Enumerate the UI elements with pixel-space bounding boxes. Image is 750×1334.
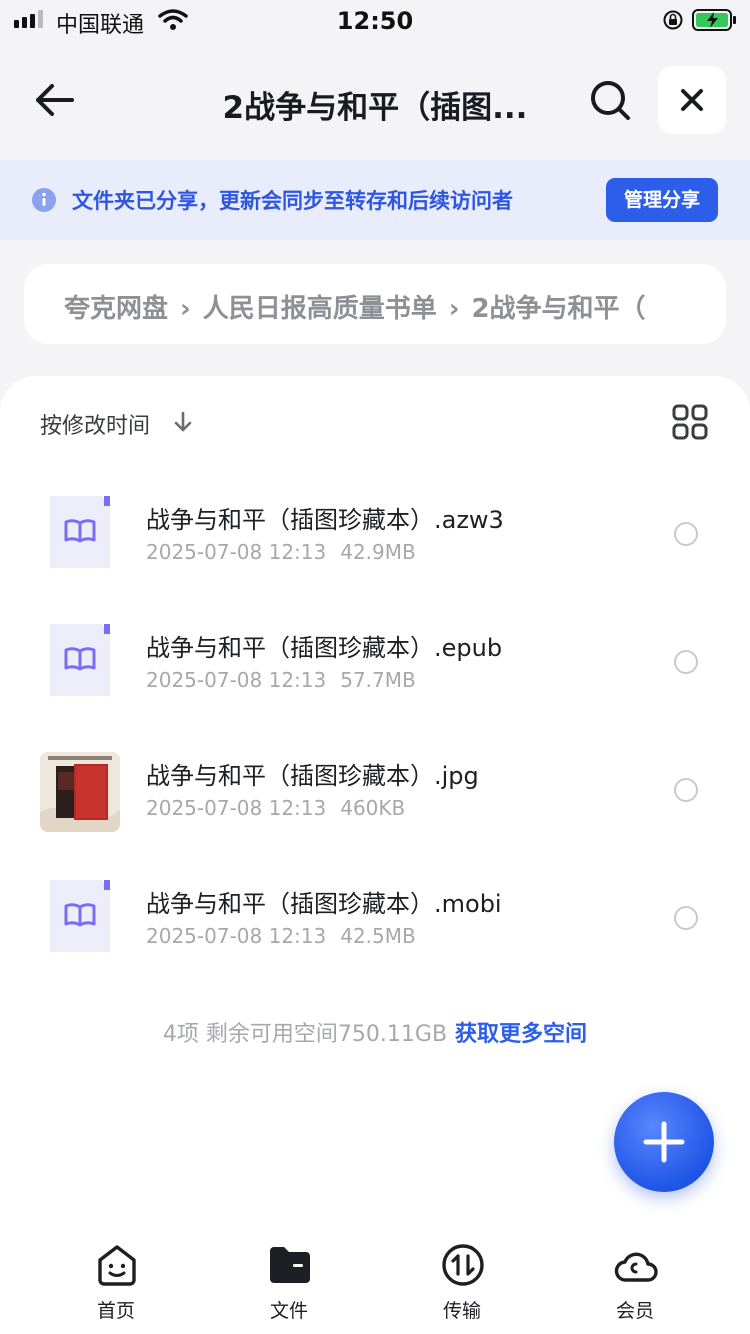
tab-home[interactable]: 首页 — [56, 1242, 176, 1332]
file-date: 2025-07-08 12:13 — [146, 540, 327, 564]
info-icon — [32, 188, 56, 212]
breadcrumb: 夸克网盘 › 人民日报高质量书单 › 2战争与和平（ — [24, 264, 726, 344]
plus-icon — [643, 1121, 685, 1163]
manage-share-button[interactable]: 管理分享 — [606, 178, 718, 222]
sort-button[interactable]: 按修改时间 — [40, 408, 150, 440]
tab-membership[interactable]: 会员 — [575, 1242, 695, 1332]
file-size: 42.9MB — [340, 540, 416, 564]
file-size: 460KB — [340, 796, 406, 820]
grid-view-icon[interactable] — [670, 402, 710, 442]
breadcrumb-item-root[interactable]: 夸克网盘 — [64, 294, 168, 324]
home-face-icon — [98, 1245, 136, 1286]
close-button[interactable] — [658, 66, 726, 134]
page-title: 2战争与和平（插图... — [222, 90, 528, 126]
battery-icon — [692, 9, 736, 31]
file-meta: 2025-07-08 12:13 460KB — [146, 796, 405, 820]
chevron-right-icon: › — [448, 294, 460, 324]
header: 2战争与和平（插图... — [0, 42, 750, 160]
select-checkbox[interactable] — [674, 522, 698, 546]
image-thumbnail — [40, 752, 120, 832]
tab-label: 会员 — [615, 1300, 654, 1322]
tab-label: 文件 — [269, 1300, 308, 1322]
file-date: 2025-07-08 12:13 — [146, 924, 327, 948]
file-row[interactable]: 战争与和平（插图珍藏本）.mobi 2025-07-08 12:13 42.5MB — [0, 864, 750, 992]
tab-bar: 首页 文件 传输 会员 — [0, 1230, 750, 1334]
tab-label: 传输 — [442, 1300, 481, 1322]
select-checkbox[interactable] — [674, 778, 698, 802]
share-banner: 文件夹已分享，更新会同步至转存和后续访问者 管理分享 — [0, 160, 750, 240]
file-meta: 2025-07-08 12:13 42.5MB — [146, 924, 416, 948]
share-banner-text: 文件夹已分享，更新会同步至转存和后续访问者 — [72, 189, 513, 213]
file-meta: 2025-07-08 12:13 42.9MB — [146, 540, 416, 564]
storage-summary-text: 4项 剩余可用空间750.11GB — [162, 1022, 448, 1047]
storage-summary: 4项 剩余可用空间750.11GB 获取更多空间 — [0, 1016, 750, 1048]
transfer-icon — [442, 1244, 484, 1286]
tab-files[interactable]: 文件 — [229, 1242, 349, 1332]
file-date: 2025-07-08 12:13 — [146, 796, 327, 820]
file-row[interactable]: 战争与和平（插图珍藏本）.epub 2025-07-08 12:13 57.7MB — [0, 608, 750, 736]
cloud-icon — [614, 1252, 658, 1282]
breadcrumb-item-booklist[interactable]: 人民日报高质量书单 — [203, 294, 437, 324]
tab-label: 首页 — [96, 1300, 135, 1322]
book-file-icon — [50, 496, 110, 568]
rotation-lock-icon — [663, 10, 683, 30]
file-row[interactable]: 战争与和平（插图珍藏本）.jpg 2025-07-08 12:13 460KB — [0, 736, 750, 864]
file-row[interactable]: 战争与和平（插图珍藏本）.azw3 2025-07-08 12:13 42.9MB — [0, 480, 750, 608]
status-bar: 中国联通 12:50 — [0, 0, 750, 42]
file-meta: 2025-07-08 12:13 57.7MB — [146, 668, 416, 692]
file-size: 57.7MB — [340, 668, 416, 692]
clock: 12:50 — [336, 7, 414, 35]
tab-transfer[interactable]: 传输 — [402, 1242, 522, 1332]
file-name: 战争与和平（插图珍藏本）.epub — [146, 634, 503, 662]
close-icon — [681, 89, 703, 111]
file-name: 战争与和平（插图珍藏本）.mobi — [146, 890, 502, 918]
select-checkbox[interactable] — [674, 906, 698, 930]
select-checkbox[interactable] — [674, 650, 698, 674]
file-name: 战争与和平（插图珍藏本）.azw3 — [146, 506, 504, 534]
breadcrumb-item-current: 2战争与和平（ — [471, 294, 646, 324]
book-file-icon — [50, 880, 110, 952]
book-file-icon — [50, 624, 110, 696]
chevron-right-icon: › — [180, 294, 191, 324]
arrow-down-icon[interactable] — [172, 410, 194, 434]
search-icon[interactable] — [588, 78, 632, 122]
file-size: 42.5MB — [340, 924, 416, 948]
file-name: 战争与和平（插图珍藏本）.jpg — [146, 762, 479, 790]
get-more-space-link[interactable]: 获取更多空间 — [455, 1022, 587, 1047]
folder-icon — [270, 1247, 310, 1283]
file-date: 2025-07-08 12:13 — [146, 668, 327, 692]
arrow-left-icon[interactable] — [30, 78, 78, 122]
add-button[interactable] — [614, 1092, 714, 1192]
